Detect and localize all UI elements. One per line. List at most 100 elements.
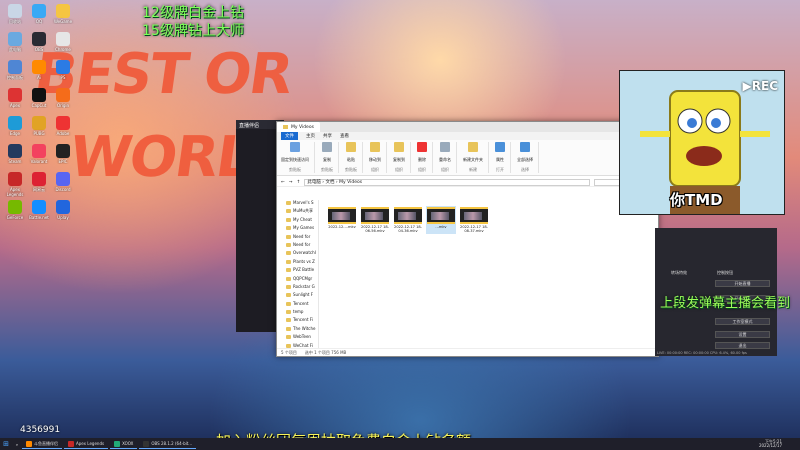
app-icon: [56, 116, 70, 130]
studio-mode-button[interactable]: 工作室模式: [715, 318, 770, 325]
desktop-icon-label: Origin: [56, 103, 70, 108]
nav-folder-item[interactable]: Tencent: [277, 301, 318, 309]
desktop-icon[interactable]: Valorant: [28, 144, 50, 164]
desktop-icon[interactable]: Steam: [4, 144, 26, 164]
desktop-icon-label: 网易云: [33, 187, 45, 192]
nav-folder-item[interactable]: Plants vs Z: [277, 259, 318, 267]
desktop-icon[interactable]: QQ: [28, 4, 50, 24]
ribbon-button[interactable]: 复制 剪贴板: [321, 142, 339, 173]
file-item[interactable]: 2022-12-17 18-06-56.mkv: [360, 206, 390, 234]
video-thumbnail: [361, 207, 389, 224]
nav-folder-item[interactable]: My Games: [277, 225, 318, 233]
ribbon-button[interactable]: 移动到 组织: [369, 142, 387, 173]
ribbon-button[interactable]: 新建文件夹 新建: [463, 142, 489, 173]
desktop-icon[interactable]: Apex Legends: [4, 172, 26, 197]
ribbon-button[interactable]: 属性 打开: [495, 142, 511, 173]
forward-arrow-icon[interactable]: →: [289, 180, 293, 185]
desktop-icon-label: PS: [60, 75, 66, 80]
nav-folder-item[interactable]: OverwatchI: [277, 250, 318, 258]
ribbon-button[interactable]: 删除 组织: [417, 142, 433, 173]
taskbar-app-label: OBS 28.1.2 (64-bit...: [151, 441, 193, 446]
desktop-icon-label: Chrome: [55, 47, 71, 52]
rec-indicator: ▶REC: [742, 79, 778, 93]
cam-caption: 你TMD: [670, 191, 723, 209]
nav-folder-item[interactable]: temp: [277, 309, 318, 317]
desktop-icon[interactable]: Discord: [52, 172, 74, 192]
ribbon-group-label: 剪贴板: [321, 167, 333, 172]
desktop-icon[interactable]: Ai: [28, 60, 50, 80]
up-arrow-icon[interactable]: ↑: [297, 180, 301, 185]
file-item[interactable]: 2022-12-17 18-04-36.mkv: [393, 206, 423, 234]
nav-folder-item[interactable]: My Cheat: [277, 217, 318, 225]
nav-folder-item[interactable]: Marvel's S: [277, 200, 318, 208]
desktop-icon[interactable]: PUBG: [28, 116, 50, 136]
file-name: 2022-12-17 18-08-37.mkv: [460, 225, 488, 234]
desktop-icon[interactable]: 回收站: [4, 4, 26, 24]
ribbon-button-label: 移动到: [369, 156, 381, 162]
nav-folder-item[interactable]: Need for: [277, 242, 318, 250]
desktop-icon-grid: 回收站 QQ WeGame 此电脑 OBS Chrome 控制面板 Ai PS Apex CapCu…: [0, 0, 100, 438]
nav-folder-item[interactable]: The Witche: [277, 326, 318, 334]
desktop-icon[interactable]: Origin: [52, 88, 74, 108]
ribbon-button-label: 重命名: [439, 156, 451, 162]
taskbar-app[interactable]: Apex Legends: [64, 439, 109, 449]
desktop-icon-label: WeGame: [53, 19, 73, 24]
desktop-icon[interactable]: Apex: [4, 88, 26, 108]
app-icon: [8, 32, 22, 46]
desktop-icon[interactable]: 网易云: [28, 172, 50, 192]
file-item[interactable]: 2022-12-...mkv: [327, 206, 357, 234]
desktop-icon[interactable]: Chrome: [52, 32, 74, 52]
desktop-icon[interactable]: Battle.net: [28, 200, 50, 220]
desktop-icon[interactable]: OBS: [28, 32, 50, 52]
ribbon-icon: [440, 142, 450, 152]
nav-folder-item[interactable]: QQPCMgr: [277, 276, 318, 284]
menu-item[interactable]: 主页: [306, 133, 315, 139]
ribbon-button[interactable]: 重命名 组织: [439, 142, 457, 173]
file-item[interactable]: ...mkv: [426, 206, 456, 234]
search-icon[interactable]: ⌕: [12, 442, 22, 447]
desktop-icon[interactable]: PS: [52, 60, 74, 80]
desktop-icon[interactable]: WeGame: [52, 4, 74, 24]
desktop-icon[interactable]: Uplay: [52, 200, 74, 220]
address-bar[interactable]: 此电脑 › 文档 › My Videos: [304, 178, 590, 186]
nav-folder-item[interactable]: Need for: [277, 234, 318, 242]
file-item[interactable]: 2022-12-17 18-08-37.mkv: [459, 206, 489, 234]
desktop-icon-label: Steam: [8, 159, 22, 164]
app-icon: [8, 172, 22, 186]
settings-button[interactable]: 设置: [715, 331, 770, 338]
ribbon-icon: [322, 142, 332, 152]
explorer-tab-bar: My Videos – □ ×: [277, 122, 658, 132]
nav-folder-item[interactable]: MuMu共享: [277, 208, 318, 216]
nav-folder-item[interactable]: Tencent Fi: [277, 317, 318, 325]
app-icon: [32, 32, 46, 46]
taskbar-app[interactable]: 斗鱼直播伴侣: [22, 439, 62, 449]
explorer-tab[interactable]: My Videos: [277, 122, 320, 132]
menu-item[interactable]: 文件: [281, 132, 298, 140]
taskbar-app[interactable]: XOOX: [110, 439, 138, 449]
desktop-icon[interactable]: Adobe: [52, 116, 74, 136]
nav-folder-item[interactable]: Rockstar G: [277, 284, 318, 292]
nav-folder-item[interactable]: WebTeen: [277, 334, 318, 342]
ribbon-button[interactable]: 粘贴 剪贴板: [345, 142, 363, 173]
taskbar: ⊞ ⌕ 斗鱼直播伴侣 Apex Legends XOOX OBS 28.1.2 (64…: [0, 438, 800, 450]
desktop-icon[interactable]: 控制面板: [4, 60, 26, 80]
desktop-icon[interactable]: EPIC: [52, 144, 74, 164]
menu-item[interactable]: 共享: [323, 133, 332, 139]
nav-folder-item[interactable]: Sunlight F: [277, 292, 318, 300]
taskbar-app[interactable]: OBS 28.1.2 (64-bit...: [139, 439, 197, 449]
desktop-icon[interactable]: CapCut: [28, 88, 50, 108]
desktop-icon[interactable]: GeForce: [4, 200, 26, 220]
ribbon-icon: [417, 142, 427, 152]
start-streaming-button[interactable]: 开始直播: [715, 280, 770, 287]
nav-folder-item[interactable]: PVZ Battle: [277, 267, 318, 275]
windows-start-icon[interactable]: ⊞: [0, 440, 12, 448]
desktop-icon[interactable]: Edge: [4, 116, 26, 136]
menu-item[interactable]: 查看: [340, 133, 349, 139]
exit-button[interactable]: 退出: [715, 342, 770, 349]
ribbon-button-label: 属性: [496, 156, 504, 162]
desktop-icon[interactable]: 此电脑: [4, 32, 26, 52]
ribbon-button[interactable]: 固定到快速访问 剪贴板: [281, 142, 315, 173]
ribbon-button[interactable]: 复制到 组织: [393, 142, 411, 173]
back-arrow-icon[interactable]: ←: [281, 180, 285, 185]
ribbon-button[interactable]: 全部选择 选择: [517, 142, 539, 173]
